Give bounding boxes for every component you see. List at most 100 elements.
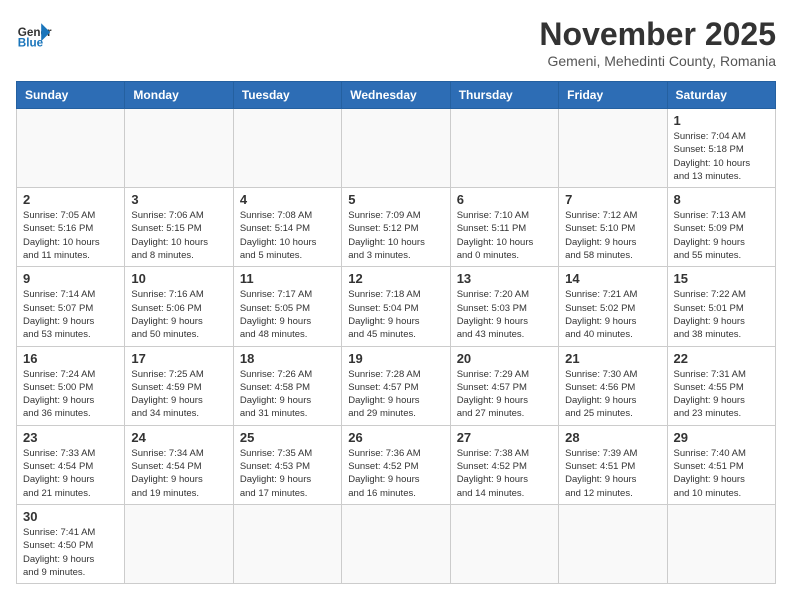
- logo-icon: General Blue: [16, 16, 52, 52]
- day-info: Sunrise: 7:28 AM Sunset: 4:57 PM Dayligh…: [348, 368, 443, 421]
- calendar-table: SundayMondayTuesdayWednesdayThursdayFrid…: [16, 81, 776, 584]
- day-number: 2: [23, 192, 118, 207]
- day-number: 11: [240, 271, 335, 286]
- day-info: Sunrise: 7:33 AM Sunset: 4:54 PM Dayligh…: [23, 447, 118, 500]
- day-number: 19: [348, 351, 443, 366]
- calendar-cell: [450, 504, 558, 583]
- day-info: Sunrise: 7:20 AM Sunset: 5:03 PM Dayligh…: [457, 288, 552, 341]
- weekday-header-thursday: Thursday: [450, 82, 558, 109]
- calendar-cell: 23 Sunrise: 7:33 AM Sunset: 4:54 PM Dayli…: [17, 425, 125, 504]
- day-number: 30: [23, 509, 118, 524]
- title-section: November 2025 Gemeni, Mehedinti County, …: [539, 16, 776, 69]
- day-info: Sunrise: 7:39 AM Sunset: 4:51 PM Dayligh…: [565, 447, 660, 500]
- day-number: 3: [131, 192, 226, 207]
- week-row-5: 23 Sunrise: 7:33 AM Sunset: 4:54 PM Dayli…: [17, 425, 776, 504]
- calendar-cell: 27 Sunrise: 7:38 AM Sunset: 4:52 PM Dayli…: [450, 425, 558, 504]
- day-number: 20: [457, 351, 552, 366]
- day-number: 29: [674, 430, 769, 445]
- calendar-cell: [233, 109, 341, 188]
- weekday-header-row: SundayMondayTuesdayWednesdayThursdayFrid…: [17, 82, 776, 109]
- calendar-cell: [342, 109, 450, 188]
- calendar-cell: 30 Sunrise: 7:41 AM Sunset: 4:50 PM Dayli…: [17, 504, 125, 583]
- day-number: 26: [348, 430, 443, 445]
- day-number: 9: [23, 271, 118, 286]
- day-number: 22: [674, 351, 769, 366]
- day-number: 24: [131, 430, 226, 445]
- day-number: 16: [23, 351, 118, 366]
- calendar-cell: 15Sunrise: 7:22 AM Sunset: 5:01 PM Dayli…: [667, 267, 775, 346]
- day-number: 7: [565, 192, 660, 207]
- weekday-header-saturday: Saturday: [667, 82, 775, 109]
- day-info: Sunrise: 7:25 AM Sunset: 4:59 PM Dayligh…: [131, 368, 226, 421]
- svg-text:Blue: Blue: [18, 37, 44, 50]
- weekday-header-friday: Friday: [559, 82, 667, 109]
- day-number: 8: [674, 192, 769, 207]
- day-info: Sunrise: 7:22 AM Sunset: 5:01 PM Dayligh…: [674, 288, 769, 341]
- calendar-cell: 17 Sunrise: 7:25 AM Sunset: 4:59 PM Dayli…: [125, 346, 233, 425]
- calendar-cell: 3 Sunrise: 7:06 AM Sunset: 5:15 PM Daylig…: [125, 188, 233, 267]
- day-info: Sunrise: 7:30 AM Sunset: 4:56 PM Dayligh…: [565, 368, 660, 421]
- day-number: 14: [565, 271, 660, 286]
- day-info: Sunrise: 7:18 AM Sunset: 5:04 PM Dayligh…: [348, 288, 443, 341]
- day-info: Sunrise: 7:09 AM Sunset: 5:12 PM Dayligh…: [348, 209, 443, 262]
- day-info: Sunrise: 7:31 AM Sunset: 4:55 PM Dayligh…: [674, 368, 769, 421]
- week-row-6: 30 Sunrise: 7:41 AM Sunset: 4:50 PM Dayli…: [17, 504, 776, 583]
- day-info: Sunrise: 7:34 AM Sunset: 4:54 PM Dayligh…: [131, 447, 226, 500]
- calendar-cell: 18 Sunrise: 7:26 AM Sunset: 4:58 PM Dayli…: [233, 346, 341, 425]
- calendar-cell: 24 Sunrise: 7:34 AM Sunset: 4:54 PM Dayli…: [125, 425, 233, 504]
- week-row-3: 9 Sunrise: 7:14 AM Sunset: 5:07 PM Daylig…: [17, 267, 776, 346]
- week-row-4: 16 Sunrise: 7:24 AM Sunset: 5:00 PM Dayli…: [17, 346, 776, 425]
- calendar-cell: 13 Sunrise: 7:20 AM Sunset: 5:03 PM Dayli…: [450, 267, 558, 346]
- day-number: 1: [674, 113, 769, 128]
- day-info: Sunrise: 7:38 AM Sunset: 4:52 PM Dayligh…: [457, 447, 552, 500]
- month-title: November 2025: [539, 16, 776, 53]
- day-info: Sunrise: 7:06 AM Sunset: 5:15 PM Dayligh…: [131, 209, 226, 262]
- calendar-cell: [125, 504, 233, 583]
- day-info: Sunrise: 7:16 AM Sunset: 5:06 PM Dayligh…: [131, 288, 226, 341]
- day-info: Sunrise: 7:24 AM Sunset: 5:00 PM Dayligh…: [23, 368, 118, 421]
- calendar-cell: 22 Sunrise: 7:31 AM Sunset: 4:55 PM Dayli…: [667, 346, 775, 425]
- day-info: Sunrise: 7:40 AM Sunset: 4:51 PM Dayligh…: [674, 447, 769, 500]
- week-row-2: 2 Sunrise: 7:05 AM Sunset: 5:16 PM Daylig…: [17, 188, 776, 267]
- day-number: 6: [457, 192, 552, 207]
- week-row-1: 1Sunrise: 7:04 AM Sunset: 5:18 PM Daylig…: [17, 109, 776, 188]
- day-info: Sunrise: 7:26 AM Sunset: 4:58 PM Dayligh…: [240, 368, 335, 421]
- calendar-cell: 4Sunrise: 7:08 AM Sunset: 5:14 PM Daylig…: [233, 188, 341, 267]
- calendar-cell: 14 Sunrise: 7:21 AM Sunset: 5:02 PM Dayli…: [559, 267, 667, 346]
- day-number: 12: [348, 271, 443, 286]
- calendar-cell: 12 Sunrise: 7:18 AM Sunset: 5:04 PM Dayli…: [342, 267, 450, 346]
- day-number: 23: [23, 430, 118, 445]
- day-number: 28: [565, 430, 660, 445]
- calendar-cell: 9 Sunrise: 7:14 AM Sunset: 5:07 PM Daylig…: [17, 267, 125, 346]
- calendar-cell: 26 Sunrise: 7:36 AM Sunset: 4:52 PM Dayli…: [342, 425, 450, 504]
- day-info: Sunrise: 7:29 AM Sunset: 4:57 PM Dayligh…: [457, 368, 552, 421]
- calendar-cell: 10 Sunrise: 7:16 AM Sunset: 5:06 PM Dayli…: [125, 267, 233, 346]
- day-number: 10: [131, 271, 226, 286]
- calendar-cell: 21Sunrise: 7:30 AM Sunset: 4:56 PM Dayli…: [559, 346, 667, 425]
- day-info: Sunrise: 7:13 AM Sunset: 5:09 PM Dayligh…: [674, 209, 769, 262]
- day-info: Sunrise: 7:14 AM Sunset: 5:07 PM Dayligh…: [23, 288, 118, 341]
- day-number: 13: [457, 271, 552, 286]
- calendar-cell: 28 Sunrise: 7:39 AM Sunset: 4:51 PM Dayli…: [559, 425, 667, 504]
- day-info: Sunrise: 7:21 AM Sunset: 5:02 PM Dayligh…: [565, 288, 660, 341]
- day-info: Sunrise: 7:17 AM Sunset: 5:05 PM Dayligh…: [240, 288, 335, 341]
- day-info: Sunrise: 7:41 AM Sunset: 4:50 PM Dayligh…: [23, 526, 118, 579]
- day-number: 5: [348, 192, 443, 207]
- calendar-cell: 11 Sunrise: 7:17 AM Sunset: 5:05 PM Dayli…: [233, 267, 341, 346]
- weekday-header-sunday: Sunday: [17, 82, 125, 109]
- calendar-cell: 20 Sunrise: 7:29 AM Sunset: 4:57 PM Dayli…: [450, 346, 558, 425]
- day-info: Sunrise: 7:05 AM Sunset: 5:16 PM Dayligh…: [23, 209, 118, 262]
- page-header: General Blue November 2025 Gemeni, Mehed…: [16, 16, 776, 69]
- day-info: Sunrise: 7:36 AM Sunset: 4:52 PM Dayligh…: [348, 447, 443, 500]
- weekday-header-monday: Monday: [125, 82, 233, 109]
- calendar-cell: [667, 504, 775, 583]
- day-number: 27: [457, 430, 552, 445]
- day-number: 4: [240, 192, 335, 207]
- calendar-cell: 5 Sunrise: 7:09 AM Sunset: 5:12 PM Daylig…: [342, 188, 450, 267]
- day-info: Sunrise: 7:35 AM Sunset: 4:53 PM Dayligh…: [240, 447, 335, 500]
- day-info: Sunrise: 7:12 AM Sunset: 5:10 PM Dayligh…: [565, 209, 660, 262]
- calendar-cell: 16 Sunrise: 7:24 AM Sunset: 5:00 PM Dayli…: [17, 346, 125, 425]
- calendar-cell: 2 Sunrise: 7:05 AM Sunset: 5:16 PM Daylig…: [17, 188, 125, 267]
- day-number: 18: [240, 351, 335, 366]
- day-number: 17: [131, 351, 226, 366]
